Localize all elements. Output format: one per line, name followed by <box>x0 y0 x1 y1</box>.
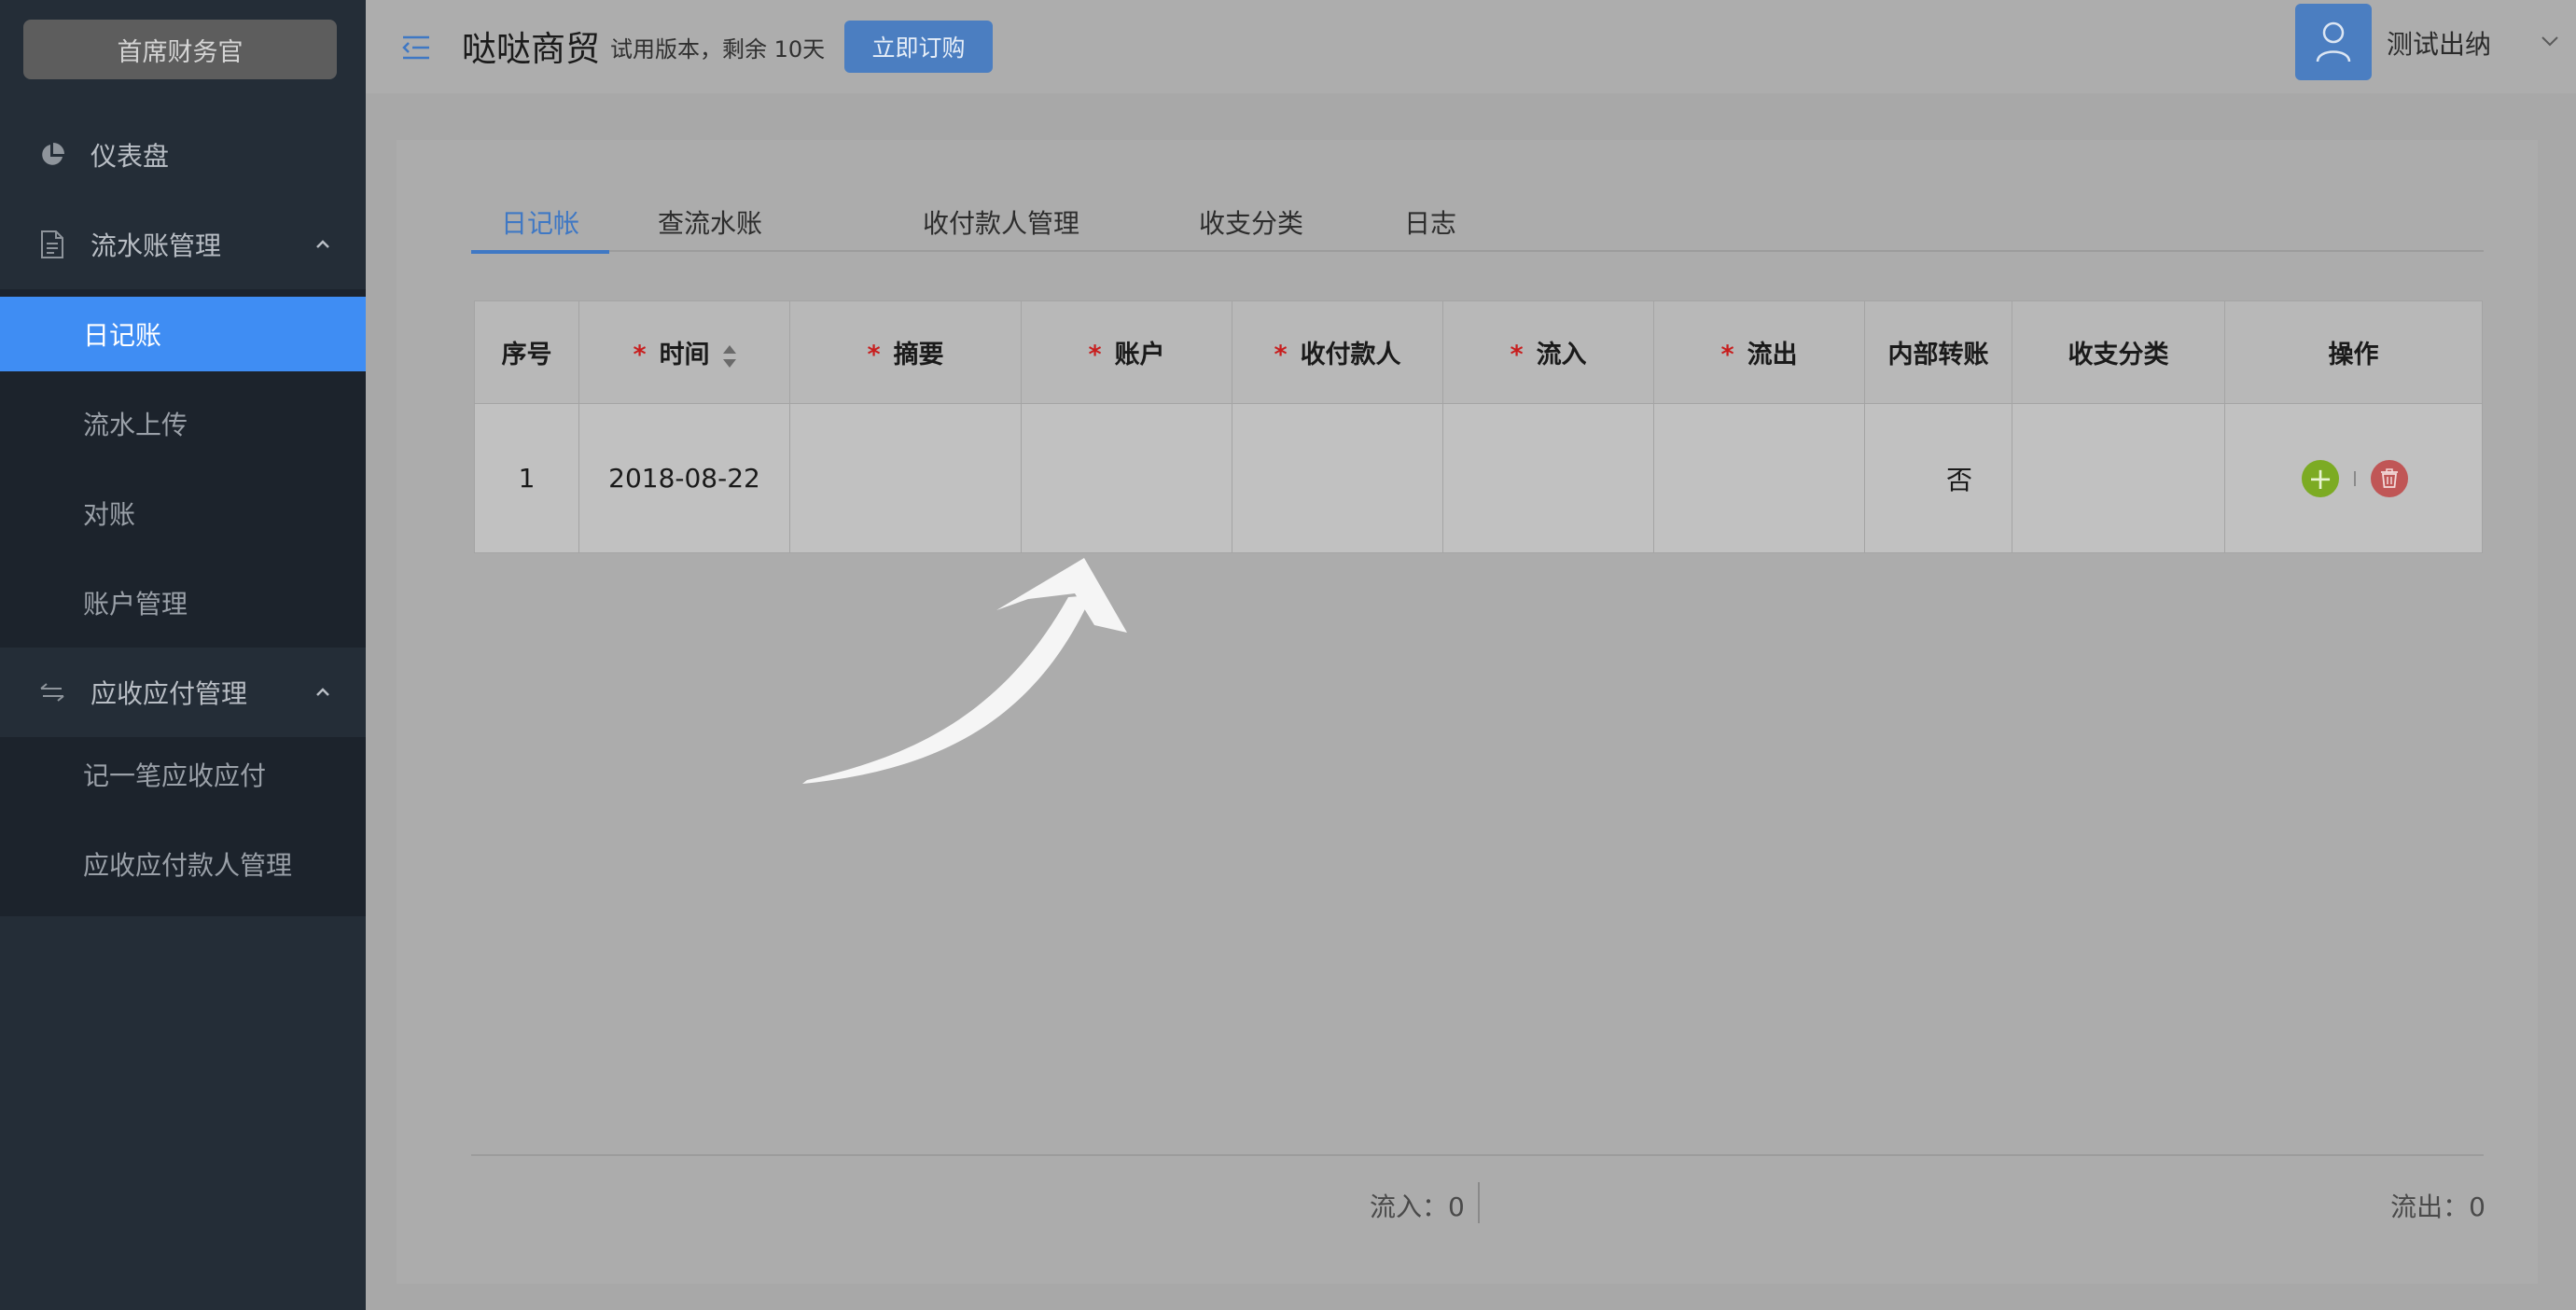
sidebar-item-record-ar-ap[interactable]: 记一笔应收应付 <box>0 737 366 812</box>
required-mark: * <box>867 341 881 369</box>
cell-category[interactable] <box>2012 403 2225 553</box>
ledger-submenu: 日记账 流水上传 对账 账户管理 <box>0 289 366 648</box>
cell-account[interactable] <box>1021 403 1232 553</box>
cell-time[interactable]: 2018-08-22 <box>578 403 790 553</box>
avatar[interactable] <box>2295 4 2372 80</box>
sidebar-group-label: 应收应付管理 <box>91 678 248 709</box>
table-row: 1 2018-08-22 否 + <box>474 403 2483 553</box>
column-header-time[interactable]: * 时间 <box>578 300 790 404</box>
sidebar-item-dashboard[interactable]: 仪表盘 <box>0 110 366 200</box>
document-icon <box>37 230 67 259</box>
sidebar-group-label: 流水账管理 <box>91 230 222 261</box>
cell-internal[interactable]: 否 <box>1864 403 2012 553</box>
footer-separator <box>1478 1182 1480 1223</box>
footer-divider <box>471 1154 2484 1156</box>
tab-log[interactable]: 日志 <box>1404 196 1456 252</box>
journal-table: 序号 * 时间 * 摘要 * 账户 * 收付款人 * 流入 * 流出 内部转账 收支分类 操… <box>474 300 2483 553</box>
chevron-up-icon <box>313 235 332 254</box>
top-header: 哒哒商贸 试用版本，剩余 10天 立即订购 测试出纳 <box>366 0 2576 93</box>
sidebar-item-journal[interactable]: 日记账 <box>0 297 366 371</box>
menu-toggle-icon[interactable] <box>401 34 431 62</box>
column-header-payee: * 收付款人 <box>1232 300 1443 404</box>
user-name[interactable]: 测试出纳 <box>2387 24 2491 62</box>
sidebar-item-label: 流水上传 <box>83 410 188 440</box>
sidebar-item-reconcile[interactable]: 对账 <box>0 476 366 550</box>
pie-chart-icon <box>37 140 67 170</box>
column-header-summary: * 摘要 <box>789 300 1022 404</box>
tab-query-ledger[interactable]: 查流水账 <box>658 196 762 252</box>
curved-arrow <box>802 558 1127 784</box>
exchange-icon <box>37 677 67 707</box>
required-mark: * <box>1274 341 1288 369</box>
column-header-ops: 操作 <box>2224 300 2483 404</box>
ar-ap-submenu: 记一笔应收应付 应收应付款人管理 <box>0 737 366 916</box>
sidebar-item-label: 记一笔应收应付 <box>83 760 267 791</box>
trash-icon[interactable] <box>2371 460 2408 497</box>
required-mark: * <box>1088 341 1102 369</box>
sidebar-item-label: 应收应付款人管理 <box>83 850 293 881</box>
total-inflow: 流入：0 <box>1370 1192 1465 1222</box>
total-outflow: 流出：0 <box>2390 1192 2485 1222</box>
cell-inflow[interactable] <box>1442 403 1654 553</box>
sidebar: 首席财务官 仪表盘 流水账管理 日记账 流水上传 对账 账户管理 应收应付管理 … <box>0 0 366 1310</box>
table-header-row: 序号 * 时间 * 摘要 * 账户 * 收付款人 * 流入 * 流出 内部转账 收支分类 操… <box>474 300 2483 404</box>
required-mark: * <box>1720 341 1734 369</box>
cell-ops: + <box>2224 403 2483 553</box>
sidebar-item-label: 日记账 <box>83 320 162 351</box>
cell-summary[interactable] <box>789 403 1022 553</box>
cell-outflow[interactable] <box>1653 403 1865 553</box>
brand-logo[interactable]: 首席财务官 <box>23 20 337 79</box>
divider <box>2354 471 2356 486</box>
company-title: 哒哒商贸 <box>462 29 600 69</box>
sidebar-group-ledger[interactable]: 流水账管理 <box>0 200 366 289</box>
column-header-internal: 内部转账 <box>1864 300 2012 404</box>
tab-journal[interactable]: 日记帐 <box>471 196 609 254</box>
sort-icon[interactable] <box>722 344 736 368</box>
tab-payee-management[interactable]: 收付款人管理 <box>923 196 1079 252</box>
column-header-inflow: * 流入 <box>1442 300 1654 404</box>
chevron-down-icon[interactable] <box>2540 34 2560 49</box>
required-mark: * <box>633 341 647 369</box>
sidebar-item-ar-ap-payees[interactable]: 应收应付款人管理 <box>0 827 366 901</box>
sidebar-item-upload[interactable]: 流水上传 <box>0 386 366 461</box>
sidebar-group-ar-ap[interactable]: 应收应付管理 <box>0 648 366 737</box>
sidebar-item-label: 账户管理 <box>83 589 188 620</box>
chevron-up-icon <box>313 683 332 702</box>
sidebar-item-accounts[interactable]: 账户管理 <box>0 565 366 640</box>
column-header-category: 收支分类 <box>2012 300 2225 404</box>
cell-payee[interactable] <box>1232 403 1443 553</box>
user-icon <box>2316 21 2351 63</box>
sidebar-item-label: 仪表盘 <box>91 141 170 172</box>
tab-category[interactable]: 收支分类 <box>1199 196 1303 252</box>
column-header-outflow: * 流出 <box>1653 300 1865 404</box>
required-mark: * <box>1510 341 1524 369</box>
plus-icon[interactable]: + <box>2302 460 2339 497</box>
trial-notice: 试用版本，剩余 10天 <box>610 36 826 63</box>
cell-seq: 1 <box>474 403 579 553</box>
tab-bar: 日记帐 查流水账 收付款人管理 收支分类 日志 <box>471 196 2484 254</box>
column-header-account: * 账户 <box>1021 300 1232 404</box>
buy-now-button[interactable]: 立即订购 <box>844 21 993 73</box>
column-header-seq: 序号 <box>474 300 579 404</box>
sidebar-item-label: 对账 <box>83 499 136 530</box>
